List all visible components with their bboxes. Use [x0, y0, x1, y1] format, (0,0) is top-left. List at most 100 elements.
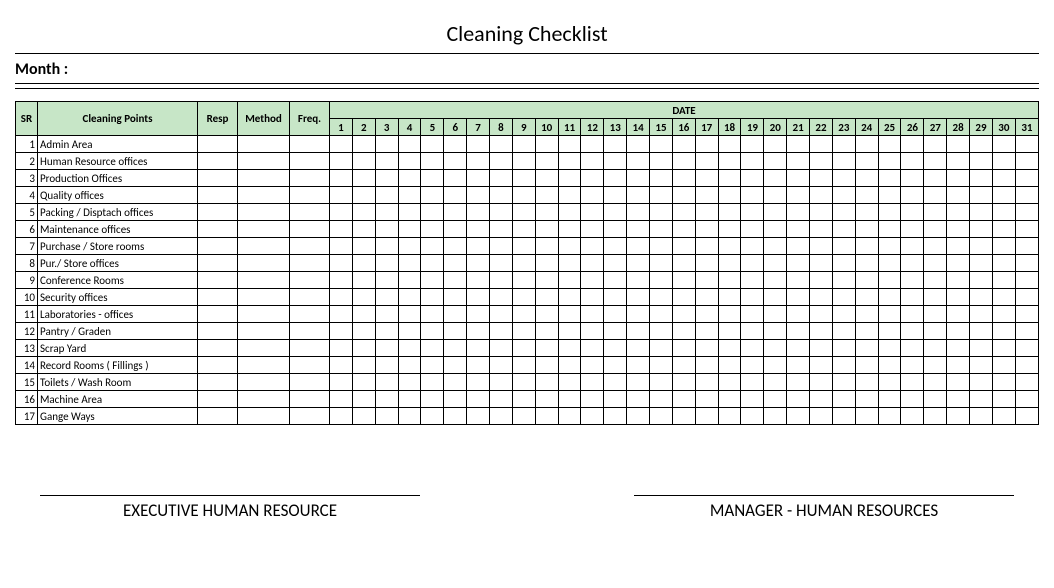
- cell-day[interactable]: [672, 170, 695, 187]
- cell-day[interactable]: [421, 323, 444, 340]
- cell-day[interactable]: [672, 391, 695, 408]
- cell-day[interactable]: [695, 187, 718, 204]
- cell-day[interactable]: [490, 408, 513, 425]
- cell-day[interactable]: [490, 238, 513, 255]
- cell-day[interactable]: [947, 238, 970, 255]
- cell-day[interactable]: [810, 255, 833, 272]
- cell-day[interactable]: [901, 357, 924, 374]
- cell-day[interactable]: [627, 357, 650, 374]
- cell-day[interactable]: [810, 272, 833, 289]
- cell-day[interactable]: [741, 357, 764, 374]
- cell-day[interactable]: [924, 221, 947, 238]
- cell-day[interactable]: [421, 306, 444, 323]
- cell-day[interactable]: [992, 340, 1015, 357]
- cell-day[interactable]: [581, 221, 604, 238]
- cell-day[interactable]: [741, 255, 764, 272]
- cell-day[interactable]: [375, 221, 398, 238]
- cell-day[interactable]: [398, 391, 421, 408]
- cell-day[interactable]: [855, 187, 878, 204]
- cell-empty[interactable]: [198, 255, 238, 272]
- cell-empty[interactable]: [198, 374, 238, 391]
- cell-empty[interactable]: [290, 323, 330, 340]
- cell-day[interactable]: [604, 374, 627, 391]
- cell-day[interactable]: [330, 136, 353, 153]
- cell-day[interactable]: [718, 255, 741, 272]
- cell-day[interactable]: [581, 187, 604, 204]
- cell-empty[interactable]: [198, 306, 238, 323]
- cell-empty[interactable]: [238, 238, 290, 255]
- cell-day[interactable]: [787, 272, 810, 289]
- cell-day[interactable]: [421, 153, 444, 170]
- cell-day[interactable]: [947, 306, 970, 323]
- cell-day[interactable]: [352, 272, 375, 289]
- cell-day[interactable]: [970, 204, 993, 221]
- cell-day[interactable]: [558, 255, 581, 272]
- cell-day[interactable]: [375, 340, 398, 357]
- cell-day[interactable]: [490, 357, 513, 374]
- cell-day[interactable]: [947, 408, 970, 425]
- cell-day[interactable]: [1015, 255, 1038, 272]
- cell-day[interactable]: [444, 221, 467, 238]
- cell-day[interactable]: [810, 187, 833, 204]
- cell-day[interactable]: [718, 238, 741, 255]
- cell-day[interactable]: [718, 374, 741, 391]
- cell-day[interactable]: [924, 289, 947, 306]
- cell-day[interactable]: [444, 255, 467, 272]
- cell-day[interactable]: [490, 340, 513, 357]
- cell-day[interactable]: [604, 170, 627, 187]
- cell-day[interactable]: [878, 374, 901, 391]
- cell-empty[interactable]: [238, 391, 290, 408]
- cell-day[interactable]: [650, 391, 673, 408]
- cell-day[interactable]: [467, 306, 490, 323]
- cell-day[interactable]: [467, 272, 490, 289]
- cell-empty[interactable]: [238, 374, 290, 391]
- cell-day[interactable]: [467, 357, 490, 374]
- cell-day[interactable]: [581, 272, 604, 289]
- cell-day[interactable]: [330, 238, 353, 255]
- cell-day[interactable]: [512, 153, 535, 170]
- cell-day[interactable]: [444, 238, 467, 255]
- cell-day[interactable]: [855, 408, 878, 425]
- cell-day[interactable]: [718, 204, 741, 221]
- cell-day[interactable]: [947, 153, 970, 170]
- cell-day[interactable]: [672, 153, 695, 170]
- cell-day[interactable]: [878, 221, 901, 238]
- cell-day[interactable]: [650, 272, 673, 289]
- cell-empty[interactable]: [238, 357, 290, 374]
- cell-day[interactable]: [421, 170, 444, 187]
- cell-day[interactable]: [558, 238, 581, 255]
- cell-day[interactable]: [330, 170, 353, 187]
- cell-day[interactable]: [467, 136, 490, 153]
- cell-day[interactable]: [398, 204, 421, 221]
- cell-day[interactable]: [832, 170, 855, 187]
- cell-day[interactable]: [558, 204, 581, 221]
- cell-day[interactable]: [490, 255, 513, 272]
- cell-day[interactable]: [764, 272, 787, 289]
- cell-day[interactable]: [535, 340, 558, 357]
- cell-day[interactable]: [627, 204, 650, 221]
- cell-day[interactable]: [787, 374, 810, 391]
- cell-day[interactable]: [832, 408, 855, 425]
- cell-day[interactable]: [992, 306, 1015, 323]
- cell-day[interactable]: [672, 187, 695, 204]
- cell-day[interactable]: [650, 340, 673, 357]
- cell-empty[interactable]: [290, 238, 330, 255]
- cell-day[interactable]: [352, 255, 375, 272]
- cell-day[interactable]: [558, 187, 581, 204]
- cell-day[interactable]: [878, 391, 901, 408]
- cell-empty[interactable]: [290, 204, 330, 221]
- cell-day[interactable]: [604, 357, 627, 374]
- cell-day[interactable]: [764, 289, 787, 306]
- cell-day[interactable]: [741, 272, 764, 289]
- cell-empty[interactable]: [290, 306, 330, 323]
- cell-day[interactable]: [421, 187, 444, 204]
- cell-day[interactable]: [695, 221, 718, 238]
- cell-day[interactable]: [1015, 408, 1038, 425]
- cell-day[interactable]: [650, 289, 673, 306]
- cell-day[interactable]: [581, 153, 604, 170]
- cell-day[interactable]: [512, 323, 535, 340]
- cell-day[interactable]: [695, 136, 718, 153]
- cell-day[interactable]: [901, 374, 924, 391]
- cell-day[interactable]: [627, 340, 650, 357]
- cell-day[interactable]: [992, 221, 1015, 238]
